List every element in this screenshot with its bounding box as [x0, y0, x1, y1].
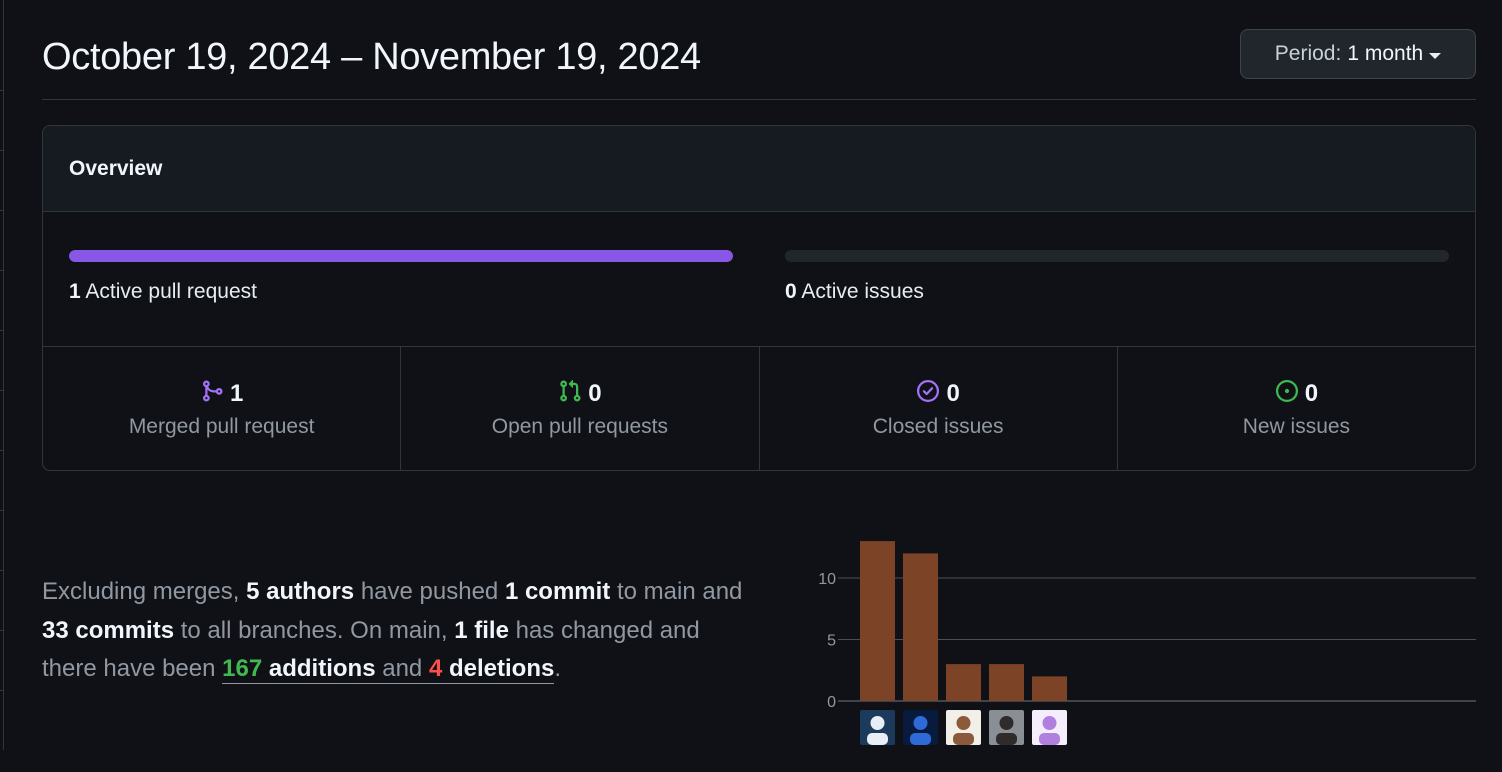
pull-request-icon: [558, 379, 582, 408]
date-range-title: October 19, 2024 – November 19, 2024: [42, 36, 701, 78]
active-pull-requests: 1 Active pull request: [69, 250, 733, 304]
open-pr-label: Open pull requests: [491, 414, 669, 438]
active-issues-label: Active issues: [801, 280, 924, 303]
active-issues-link[interactable]: 0 Active issues: [785, 280, 1449, 304]
period-value: 1 month: [1347, 42, 1424, 65]
issues-progress-bar: [785, 250, 1449, 262]
contributor-avatar[interactable]: [860, 710, 895, 745]
contributor-avatar[interactable]: [903, 710, 938, 745]
y-tick-label: 5: [827, 633, 836, 650]
contributor-avatar[interactable]: [989, 710, 1024, 745]
summary-text: and: [382, 655, 423, 682]
contributor-bar[interactable]: [946, 664, 981, 701]
new-issues-stat[interactable]: 0 New issues: [1118, 347, 1475, 470]
deletions-word: deletions: [448, 655, 555, 682]
summary-text: to all branches. On main,: [180, 616, 448, 644]
files-changed-count: 1 file: [454, 616, 509, 644]
new-issues-label: New issues: [1242, 414, 1351, 438]
merged-label: Merged pull request: [128, 414, 315, 438]
caret-down-icon: [1429, 52, 1442, 59]
merged-count: 1: [229, 379, 244, 407]
pull-request-progress-fill: [69, 250, 733, 262]
closed-issues-label: Closed issues: [872, 414, 1004, 438]
contributor-avatar[interactable]: [1032, 710, 1067, 745]
summary-text: Excluding merges,: [42, 578, 240, 605]
closed-issues-stat[interactable]: 0 Closed issues: [760, 347, 1118, 470]
commit-summary: Excluding merges, 5 authors have pushed …: [42, 573, 757, 689]
contributor-bar[interactable]: [1032, 676, 1067, 701]
authors-count: 5 authors: [246, 578, 355, 605]
closed-issues-count: 0: [946, 379, 960, 407]
open-pr-count: 0: [588, 379, 602, 407]
active-pull-requests-link[interactable]: 1 Active pull request: [69, 280, 733, 304]
left-edge-border: [0, 0, 4, 750]
issue-closed-icon: [916, 379, 940, 408]
overview-stats: 1 Merged pull request 0 Open pull reques…: [43, 347, 1475, 470]
main-commit-count: 1 commit: [504, 578, 611, 605]
deletions-count: 4: [428, 655, 443, 682]
contributor-avatar[interactable]: [946, 710, 981, 745]
y-tick-label: 0: [827, 694, 836, 711]
active-issues-count: 0: [785, 280, 797, 303]
active-pr-label: Active pull request: [85, 280, 257, 303]
merged-pull-requests-stat[interactable]: 1 Merged pull request: [43, 347, 402, 470]
pull-request-progress-bar: [69, 250, 733, 262]
contributors-bar-chart: 0 5 10: [770, 520, 1476, 750]
active-issues: 0 Active issues: [785, 250, 1449, 304]
open-pull-requests-stat[interactable]: 0 Open pull requests: [401, 347, 760, 470]
y-tick-label: 10: [818, 571, 836, 588]
additions-count: 167: [222, 655, 263, 682]
overview-panel: Overview 1 Active pull request 0 Active …: [42, 125, 1476, 471]
summary-text: .: [554, 655, 561, 682]
contributor-bar[interactable]: [903, 553, 938, 701]
summary-text: have pushed: [360, 578, 499, 605]
contributor-bar[interactable]: [989, 664, 1024, 701]
merge-icon: [200, 379, 224, 408]
active-pr-count: 1: [69, 280, 81, 303]
summary-text: to main and: [616, 578, 743, 605]
all-branches-commit-count: 33 commits: [42, 616, 175, 644]
diff-link[interactable]: 167 additions and 4 deletions: [222, 655, 555, 684]
overview-title: Overview: [43, 126, 1475, 212]
period-dropdown-button[interactable]: Period: 1 month: [1240, 29, 1476, 79]
new-issues-count: 0: [1304, 379, 1319, 407]
pulse-header: October 19, 2024 – November 19, 2024 Per…: [42, 0, 1476, 100]
issue-opened-icon: [1275, 379, 1299, 408]
additions-word: additions: [268, 655, 376, 682]
contributor-bar[interactable]: [860, 541, 895, 701]
period-label: Period:: [1274, 42, 1342, 65]
activity-bars: 1 Active pull request 0 Active issues: [43, 212, 1475, 347]
